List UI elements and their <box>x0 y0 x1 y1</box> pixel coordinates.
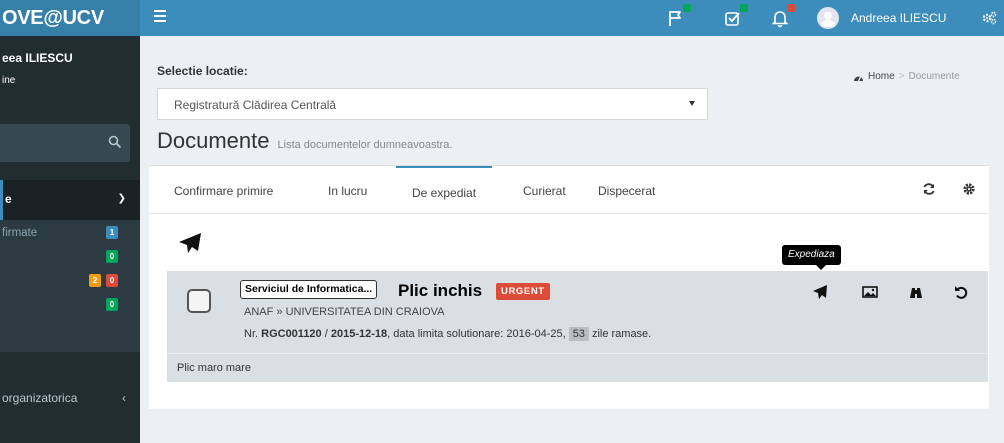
breadcrumb-separator: > <box>898 71 905 82</box>
user-status-label: ine <box>2 75 16 86</box>
location-select-value: Registratură Clădirea Centrală <box>174 98 337 112</box>
sidebar-subitem-label: firmate <box>2 227 38 239</box>
document-number: RGC001120 <box>261 328 322 340</box>
breadcrumb-home[interactable]: Home <box>868 71 895 82</box>
page-header: Documente Lista documentelor dumneavoast… <box>157 128 452 154</box>
notification-badge <box>683 4 691 12</box>
tab-confirmare-primire[interactable]: Confirmare primire <box>174 166 273 213</box>
sidebar-search-input[interactable] <box>0 124 130 162</box>
sidebar-menu-label: e <box>5 192 12 206</box>
count-badge: 0 <box>106 298 118 311</box>
sidebar-subitem[interactable]: 0 <box>0 244 140 268</box>
location-label: Selectie locatie: <box>157 64 248 78</box>
document-note: Plic maro mare <box>167 353 988 382</box>
page-title: Documente <box>157 128 270 153</box>
sidebar-subitem[interactable]: 2 0 <box>0 268 140 292</box>
tab-in-lucru[interactable]: In lucru <box>328 166 367 213</box>
document-meta: Nr. RGC001120 / 2015-12-18, data limita … <box>244 327 651 341</box>
days-left-suffix: zile ramase. <box>591 328 652 340</box>
gears-icon[interactable] <box>981 10 997 26</box>
document-route: ANAF » UNIVERSITATEA DIN CRAIOVA <box>244 306 445 318</box>
chevron-left-icon: ‹ <box>122 391 126 405</box>
urgent-badge: URGENT <box>496 283 550 300</box>
dropdown-arrow-icon <box>689 101 695 106</box>
bell-icon[interactable] <box>770 4 795 28</box>
sidebar-item-organizatorica[interactable]: organizatorica ‹ <box>0 391 140 415</box>
breadcrumb-current: Documente <box>908 71 960 82</box>
days-left-badge: 53 <box>568 327 589 341</box>
count-badge: 2 <box>89 274 101 287</box>
count-badge: 0 <box>106 274 118 287</box>
gear-icon[interactable] <box>962 182 976 196</box>
notification-badge <box>787 4 795 12</box>
sidebar-user-name: eea ILIESCU <box>2 51 73 65</box>
navbar-user-name[interactable]: Andreea ILIESCU <box>851 11 946 25</box>
user-panel: eea ILIESCU ine <box>0 36 140 112</box>
count-badge: 1 <box>106 226 118 239</box>
document-deadline: , data limita solutionare: 2016-04-25, <box>387 328 566 340</box>
flag-icon[interactable] <box>666 4 691 28</box>
sidebar-menu-documents[interactable]: e ❯ <box>0 180 140 220</box>
document-nr-sep: / <box>321 328 331 340</box>
top-navbar: Andreea ILIESCU <box>140 0 1004 36</box>
image-icon[interactable] <box>862 284 878 300</box>
sidebar-submenu: firmate 1 0 2 0 0 <box>0 220 140 352</box>
document-title[interactable]: Plic inchis <box>398 281 482 301</box>
tab-dispecerat[interactable]: Dispecerat <box>598 166 655 213</box>
sidebar: eea ILIESCU ine e ❯ firmate 1 0 2 0 0 or… <box>0 36 140 443</box>
document-item[interactable]: Serviciul de Informatica... Plic inchis … <box>167 271 988 353</box>
menu-toggle-icon[interactable] <box>154 10 166 22</box>
send-all-icon[interactable] <box>178 232 202 254</box>
dashboard-icon <box>854 76 863 81</box>
tab-bar: Confirmare primire In lucru De expediat … <box>149 166 989 214</box>
page-subtitle: Lista documentelor dumneavoastra. <box>277 139 453 151</box>
tooltip: Expediaza <box>782 245 841 270</box>
sidebar-item-label: organizatorica <box>2 391 78 405</box>
app-logo[interactable]: OVE@UCV <box>0 0 140 36</box>
notification-badge <box>740 4 748 12</box>
tasks-icon[interactable] <box>723 4 748 28</box>
document-checkbox[interactable] <box>187 289 211 313</box>
binoculars-icon[interactable] <box>908 284 924 300</box>
tab-de-expediat[interactable]: De expediat <box>396 166 493 213</box>
breadcrumb: Home > Documente <box>853 71 960 82</box>
document-date: 2015-12-18 <box>330 328 388 340</box>
user-status: ine <box>2 75 140 86</box>
sidebar-subitem-confirmed[interactable]: firmate 1 <box>0 220 140 244</box>
document-nr-prefix: Nr. <box>244 328 262 340</box>
count-badge: 0 <box>106 250 118 263</box>
search-icon[interactable] <box>108 135 122 149</box>
send-icon[interactable] <box>812 284 828 300</box>
undo-icon[interactable] <box>953 284 969 300</box>
tab-curierat[interactable]: Curierat <box>523 166 566 213</box>
location-select[interactable]: Registratură Clădirea Centrală <box>157 88 708 120</box>
sidebar-subitem[interactable]: 0 <box>0 292 140 316</box>
department-label: Serviciul de Informatica... <box>240 280 378 299</box>
chevron-down-icon: ❯ <box>117 193 126 204</box>
refresh-icon[interactable] <box>922 182 936 196</box>
avatar[interactable] <box>817 7 839 29</box>
